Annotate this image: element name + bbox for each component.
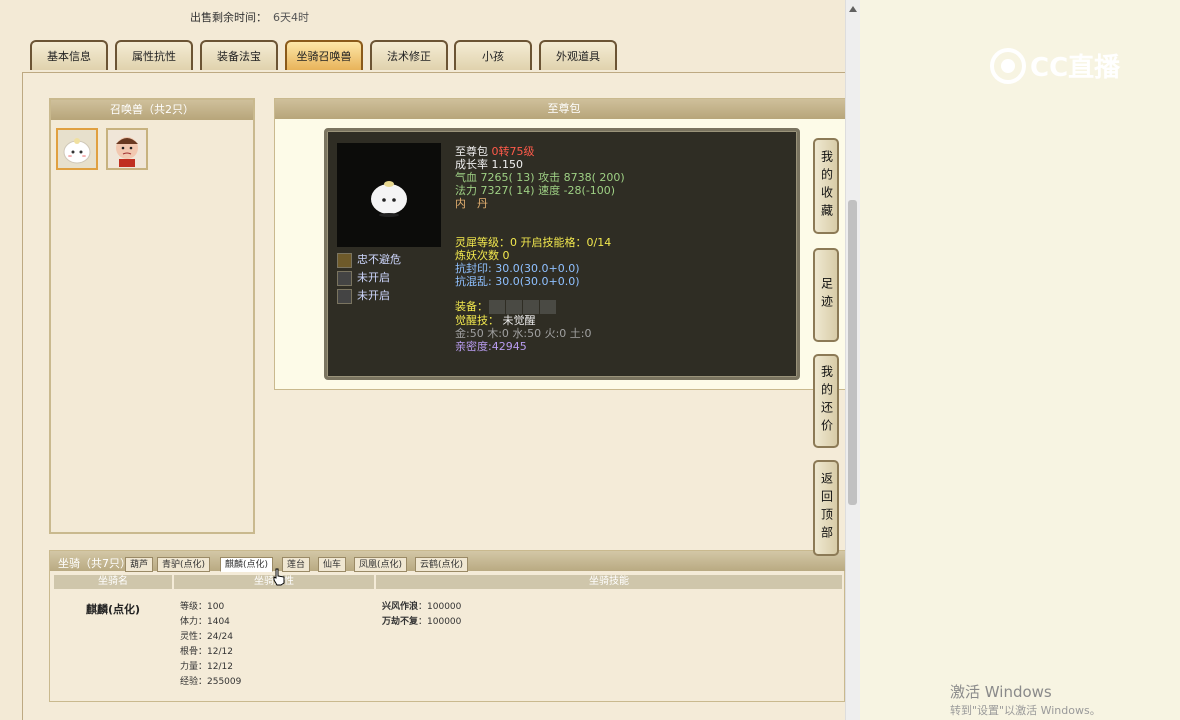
- lingxi-level: 灵犀等级：0 开启技能格：0/14: [455, 236, 612, 249]
- tab-basic-info[interactable]: 基本信息: [30, 40, 108, 70]
- summon-avatar-2[interactable]: [106, 128, 148, 170]
- my-offers-button[interactable]: 我的还价: [813, 354, 839, 448]
- page: 出售剩余时间： 6天4时 基本信息 属性抗性 装备法宝 坐骑召唤兽 法术修正 小孩…: [0, 0, 845, 720]
- skill-helmet-icon: [337, 252, 352, 268]
- pet-detail-title: 至尊包: [275, 99, 845, 119]
- mount-stat: 经验：255009: [180, 677, 242, 687]
- cc-live-logo-icon: CC直播: [990, 48, 1121, 84]
- mount-tab-yunhe[interactable]: 云鹤(点化): [415, 557, 469, 572]
- mount-col-name: 坐骑名: [54, 575, 172, 589]
- footprints-label: 足迹: [819, 277, 834, 313]
- equip-slot-icon[interactable]: [506, 300, 522, 314]
- mount-tab-liantai[interactable]: 莲台: [282, 557, 311, 572]
- mount-tab-fenghuang[interactable]: 凤凰(点化): [354, 557, 408, 572]
- speed-label: 速度: [538, 184, 561, 197]
- mount-panel: 坐骑（共7只） 葫芦 青驴(点化) 麒麟(点化) 莲台 仙车 凤凰(点化) 云鹤…: [49, 550, 845, 702]
- mount-stat: 根骨：12/12: [180, 647, 233, 657]
- sale-value: 6天4时: [273, 11, 309, 24]
- sale-label: 出售剩余时间：: [190, 11, 267, 24]
- mount-skills: 兴风作浪：100000 万劫不复：100000: [382, 600, 461, 630]
- vertical-scrollbar[interactable]: [845, 0, 860, 720]
- scroll-up-arrow-icon[interactable]: [849, 6, 857, 12]
- intimacy: 亲密度:42945: [455, 340, 527, 353]
- mount-stat: 体力：1404: [180, 617, 230, 627]
- mount-panel-title: 坐骑（共7只）: [58, 557, 131, 570]
- baby-pet-icon: [108, 130, 146, 168]
- mount-tab-xianche[interactable]: 仙车: [318, 557, 347, 572]
- mount-skill-name: 万劫不复: [382, 617, 419, 627]
- hp-label: 气血: [455, 171, 477, 184]
- back-to-top-button[interactable]: 返回顶部: [813, 460, 839, 556]
- pet-info-card: 忠不避危 未开启 未开启 至尊包 0转75级 成长率 1.150 气血 7265…: [324, 128, 800, 380]
- attack-label: 攻击: [538, 171, 561, 184]
- pet-stats: 至尊包 0转75级 成长率 1.150 气血 7265( 13) 攻击 8738…: [455, 145, 625, 353]
- mp-value: 7327( 14): [480, 184, 535, 197]
- tab-spell-mods[interactable]: 法术修正: [370, 40, 448, 70]
- stream-watermark: CC直播: [988, 44, 1148, 91]
- skill-locked-icon: [337, 270, 352, 286]
- activate-windows-title: 激活 Windows: [950, 683, 1052, 701]
- mount-stats: 等级：100 体力：1404 灵性：24/24 根骨：12/12 力量：12/1…: [180, 600, 241, 690]
- pet-portrait: [337, 143, 441, 247]
- mount-stat: 等级：100: [180, 602, 225, 612]
- tab-mounts-summons[interactable]: 坐骑召唤兽: [285, 40, 363, 70]
- pet-name: 至尊包: [455, 145, 488, 158]
- equip-slot-icon[interactable]: [523, 300, 539, 314]
- pet-skill-2-label: 未开启: [357, 271, 390, 284]
- mount-tab-hulu[interactable]: 葫芦: [125, 557, 154, 572]
- awaken-label: 觉醒技：: [455, 314, 499, 327]
- dumpling-pet-icon: [58, 130, 96, 168]
- pet-skill-3-label: 未开启: [357, 289, 390, 302]
- my-favorites-label: 我的收藏: [819, 150, 834, 222]
- tab-appearance[interactable]: 外观道具: [539, 40, 617, 70]
- watermark-text: CC直播: [1030, 53, 1121, 83]
- scroll-thumb[interactable]: [848, 200, 857, 505]
- skill-locked-icon: [337, 288, 352, 304]
- mount-skill-name: 兴风作浪: [382, 602, 419, 612]
- mount-stat: 力量：12/12: [180, 662, 233, 672]
- kang-fengyin: 抗封印: 30.0(30.0+0.0): [455, 262, 580, 275]
- lianyao-count: 炼妖次数 0: [455, 249, 510, 262]
- attack-value: 8738( 200): [563, 171, 625, 184]
- hp-value: 7265( 13): [480, 171, 535, 184]
- mount-tab-qinglv[interactable]: 青驴(点化): [157, 557, 211, 572]
- mount-tab-qilin[interactable]: 麒麟(点化): [220, 557, 274, 572]
- mount-stat: 灵性：24/24: [180, 632, 233, 642]
- footprints-button[interactable]: 足迹: [813, 248, 839, 342]
- sale-remaining-time: 出售剩余时间： 6天4时: [190, 9, 309, 25]
- pet-skill-1[interactable]: 忠不避危: [337, 252, 401, 268]
- growth-label: 成长率: [455, 158, 488, 171]
- back-to-top-label: 返回顶部: [819, 472, 834, 544]
- speed-value: -28(-100): [563, 184, 616, 197]
- mount-skill-value: ：100000: [418, 617, 462, 627]
- activate-windows-sub: 转到"设置"以激活 Windows。: [950, 704, 1101, 717]
- mount-skill-value: ：100000: [418, 602, 462, 612]
- equip-label: 装备：: [455, 300, 488, 313]
- pet-level: 0转75级: [491, 145, 535, 158]
- my-offers-label: 我的还价: [819, 365, 834, 437]
- dumpling-pet-icon: [371, 181, 407, 217]
- hand-cursor-icon: [273, 568, 285, 586]
- kang-hunluan: 抗混乱: 30.0(30.0+0.0): [455, 275, 580, 288]
- elements: 金:50 木:0 水:50 火:0 土:0: [455, 327, 592, 340]
- summons-panel-title: 召唤兽（共2只）: [51, 100, 253, 120]
- pet-skill-3[interactable]: 未开启: [337, 288, 390, 304]
- pet-skill-1-label: 忠不避危: [357, 253, 401, 266]
- pet-skill-2[interactable]: 未开启: [337, 270, 390, 286]
- tab-equipment[interactable]: 装备法宝: [200, 40, 278, 70]
- awaken-value: 未觉醒: [502, 314, 536, 327]
- neidan-label: 内 丹: [455, 197, 488, 210]
- mp-label: 法力: [455, 184, 477, 197]
- tab-attributes[interactable]: 属性抗性: [115, 40, 193, 70]
- equip-slot-icon[interactable]: [540, 300, 556, 314]
- growth-value: 1.150: [491, 158, 524, 171]
- mount-name: 麒麟(点化): [86, 603, 141, 616]
- equip-slot-icon[interactable]: [489, 300, 505, 314]
- tab-child[interactable]: 小孩: [454, 40, 532, 70]
- my-favorites-button[interactable]: 我的收藏: [813, 138, 839, 234]
- summon-avatar-1[interactable]: [56, 128, 98, 170]
- mount-col-skills: 坐骑技能: [376, 575, 842, 589]
